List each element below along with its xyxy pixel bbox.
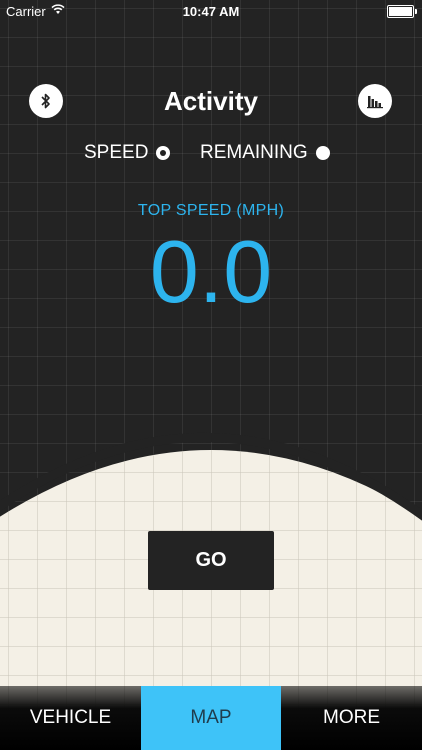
metric-value: 0.0 [149, 222, 273, 321]
stats-button[interactable] [358, 84, 392, 118]
remaining-toggle-label: REMAINING [200, 142, 308, 163]
go-button[interactable]: GO [148, 531, 274, 590]
remaining-radio[interactable] [315, 146, 330, 160]
bar-chart-icon [367, 96, 383, 109]
speed-toggle[interactable]: SPEED [84, 142, 171, 164]
battery-icon [387, 5, 417, 18]
tab-bar: VEHICLE MAP MORE [0, 686, 422, 750]
tab-vehicle[interactable]: VEHICLE [0, 686, 141, 750]
speed-radio[interactable] [156, 146, 171, 160]
tab-more[interactable]: MORE [281, 686, 422, 750]
status-bar: Carrier 10:47 AM [0, 0, 422, 22]
metric-label: TOP SPEED (MPH) [137, 202, 285, 219]
remaining-toggle[interactable]: REMAINING [200, 142, 330, 164]
tab-map[interactable]: MAP [141, 686, 281, 750]
status-time: 10:47 AM [182, 4, 240, 19]
speed-toggle-label: SPEED [84, 142, 149, 163]
